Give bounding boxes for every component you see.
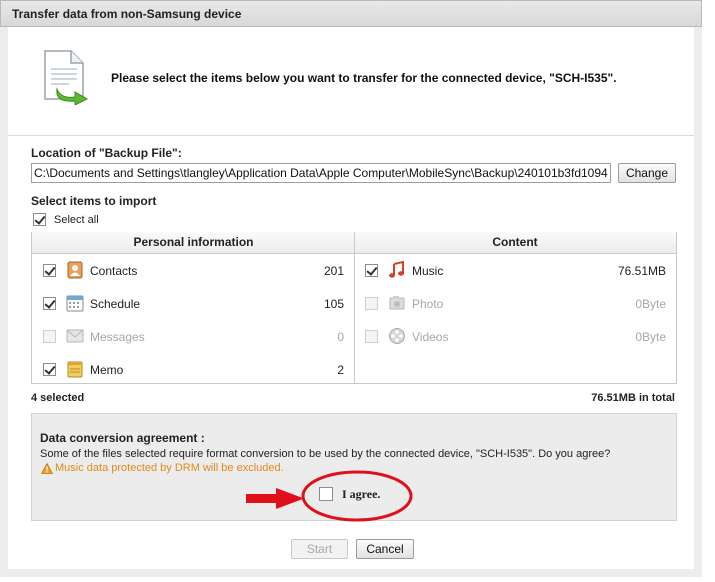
backup-path-field[interactable]: C:\Documents and Settings\tlangley\Appli… — [31, 163, 611, 183]
agree-checkbox[interactable] — [319, 487, 333, 501]
contacts-checkbox[interactable] — [43, 264, 56, 277]
start-button[interactable]: Start — [291, 539, 348, 559]
photo-size: 0Byte — [635, 297, 666, 311]
title-bar: Transfer data from non-Samsung device — [0, 0, 702, 27]
content-header: Content — [354, 232, 677, 254]
memo-label: Memo — [90, 363, 124, 377]
music-label: Music — [412, 264, 444, 278]
messages-count: 0 — [337, 330, 344, 344]
document-transfer-icon — [44, 50, 89, 105]
photo-label: Photo — [412, 297, 444, 311]
videos-size: 0Byte — [635, 330, 666, 344]
music-note-icon — [389, 261, 404, 278]
contacts-icon — [67, 261, 83, 279]
calendar-icon — [66, 295, 84, 312]
photo-icon — [389, 296, 405, 310]
select-items-label: Select items to import — [31, 194, 157, 208]
select-all-checkbox[interactable] — [33, 213, 46, 226]
agreement-title: Data conversion agreement : — [40, 431, 205, 445]
contacts-label: Contacts — [90, 264, 138, 278]
drm-warning-text: Music data protected by DRM will be excl… — [55, 462, 284, 474]
memo-checkbox[interactable] — [43, 363, 56, 376]
photo-checkbox[interactable] — [365, 297, 378, 310]
memo-count: 2 — [337, 363, 344, 377]
window-title: Transfer data from non-Samsung device — [12, 7, 242, 21]
music-size: 76.51MB — [617, 264, 666, 278]
message-icon — [66, 329, 84, 343]
agreement-text: Some of the files selected require forma… — [40, 448, 611, 460]
warning-icon — [41, 463, 53, 474]
total-size: 76.51MB in total — [591, 392, 675, 404]
select-all-label: Select all — [54, 214, 99, 226]
instruction-text: Please select the items below you want t… — [111, 71, 617, 85]
contacts-count: 201 — [323, 264, 344, 278]
selected-count: 4 selected — [31, 392, 85, 404]
schedule-count: 105 — [323, 297, 344, 311]
schedule-checkbox[interactable] — [43, 297, 56, 310]
personal-info-header: Personal information — [31, 232, 355, 254]
music-checkbox[interactable] — [365, 264, 378, 277]
messages-checkbox[interactable] — [43, 330, 56, 343]
backup-location-label: Location of "Backup File": — [31, 146, 182, 160]
cancel-button[interactable]: Cancel — [356, 539, 414, 559]
videos-label: Videos — [412, 330, 449, 344]
memo-icon — [67, 361, 83, 378]
videos-checkbox[interactable] — [365, 330, 378, 343]
film-reel-icon — [389, 328, 405, 344]
change-button[interactable]: Change — [618, 163, 676, 183]
schedule-label: Schedule — [90, 297, 141, 311]
column-divider — [354, 232, 355, 384]
messages-label: Messages — [90, 330, 145, 344]
agree-label: I agree. — [342, 487, 381, 501]
